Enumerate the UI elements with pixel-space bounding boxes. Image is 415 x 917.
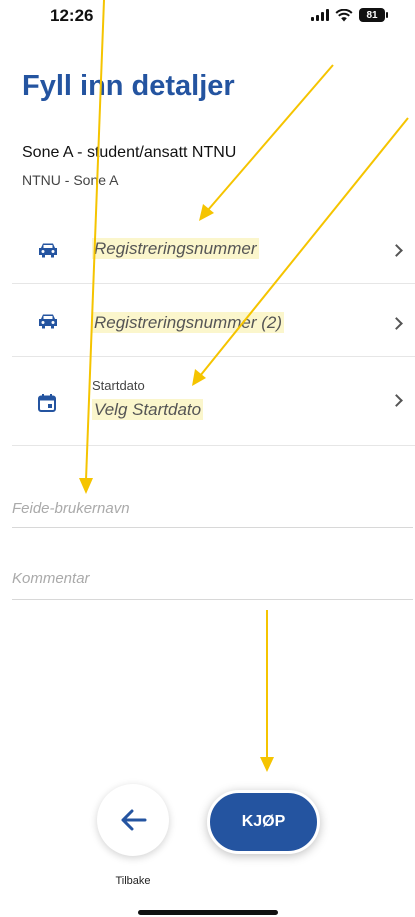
home-indicator: [138, 910, 278, 915]
calendar-icon: [38, 394, 56, 412]
status-time: 12:26: [50, 6, 94, 25]
feide-username-field[interactable]: Feide-brukernavn: [12, 490, 413, 528]
back-label: Tilbake: [115, 875, 151, 887]
page-title: Fyll inn detaljer: [22, 70, 235, 102]
chevron-right-icon: [390, 394, 403, 407]
car-icon: [39, 243, 57, 258]
status-bar: 12:26 81: [0, 0, 415, 40]
signal-icon: [311, 9, 329, 21]
start-date-label: Startdato: [92, 378, 145, 393]
back-button[interactable]: [97, 784, 169, 856]
comment-placeholder: Kommentar: [12, 570, 90, 587]
feide-username-placeholder: Feide-brukernavn: [12, 500, 130, 517]
registration-number-row[interactable]: Registreringsnummer: [12, 218, 415, 284]
registration-number-2-placeholder: Registreringsnummer (2): [92, 312, 284, 333]
battery-level: 81: [366, 9, 378, 21]
arrow-left-icon: [121, 809, 147, 831]
chevron-right-icon: [390, 244, 403, 257]
car-icon: [39, 314, 57, 329]
product-name: Sone A - student/ansatt NTNU: [22, 144, 237, 161]
product-subtitle: NTNU - Sone A: [22, 172, 119, 188]
start-date-placeholder: Velg Startdato: [92, 399, 204, 420]
registration-number-2-row[interactable]: Registreringsnummer (2): [12, 285, 415, 357]
registration-number-placeholder: Registreringsnummer: [92, 238, 259, 259]
annotation-arrows: [79, 0, 409, 772]
comment-field[interactable]: Kommentar: [12, 562, 413, 600]
annotation-arrowhead: [260, 757, 274, 772]
start-date-row[interactable]: Startdato Velg Startdato: [12, 358, 415, 446]
chevron-right-icon: [390, 317, 403, 330]
battery-icon: 81: [359, 8, 388, 22]
wifi-icon: [335, 8, 353, 21]
status-icons: 81: [311, 8, 388, 22]
buy-button[interactable]: KJØP: [207, 790, 320, 854]
